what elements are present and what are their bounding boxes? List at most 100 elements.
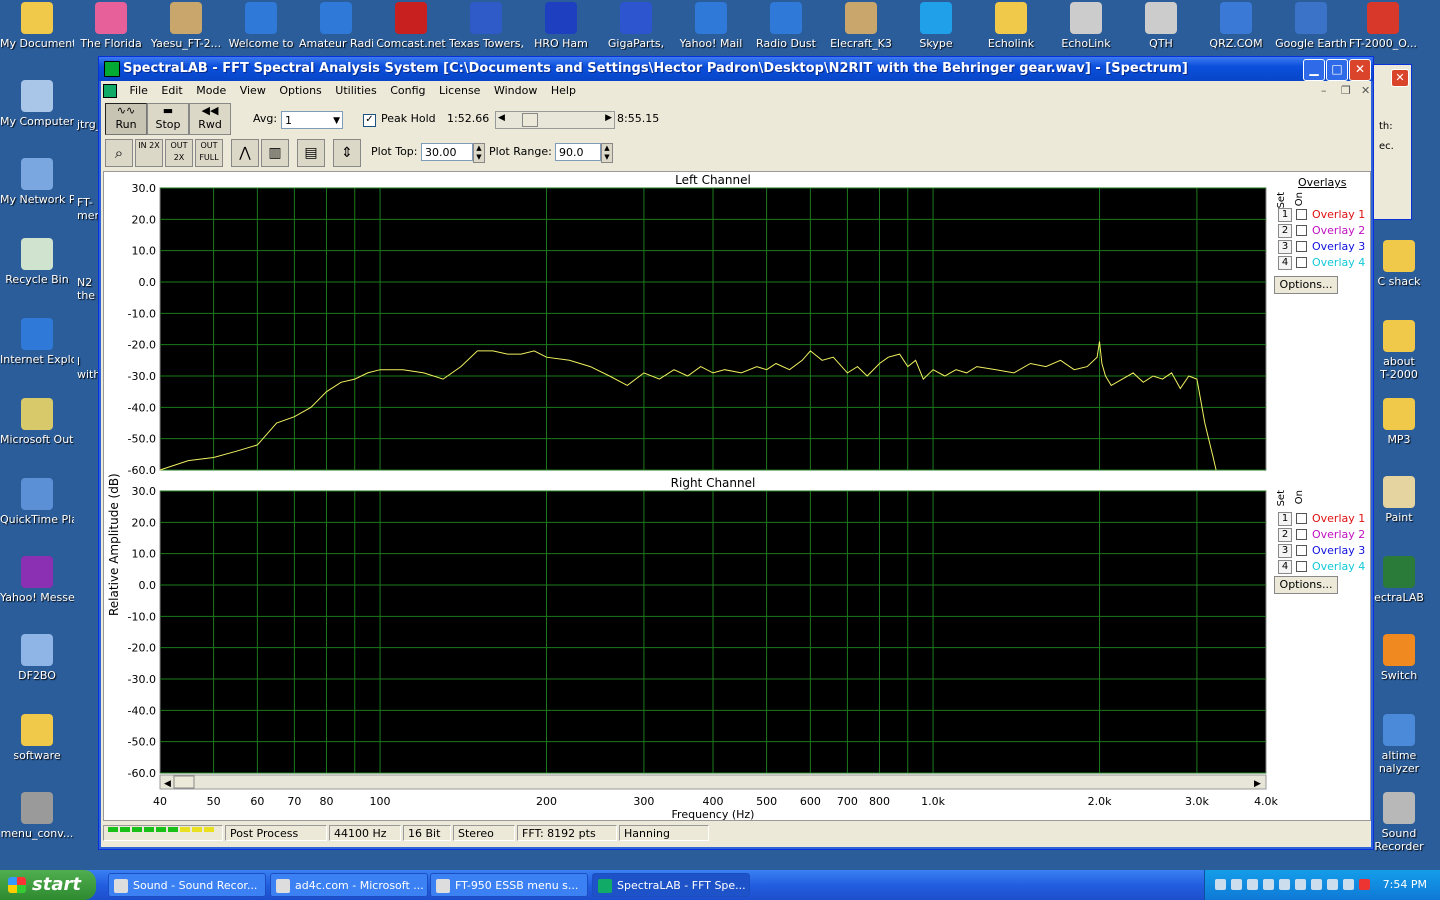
overlay-on-checkbox[interactable] — [1296, 257, 1307, 268]
desktop-icon-left-8[interactable]: DF2BO — [0, 634, 74, 682]
bg-close-button[interactable]: ✕ — [1391, 69, 1409, 87]
scroll-left-icon[interactable]: ◀ — [498, 113, 505, 123]
menu-view[interactable]: View — [235, 82, 271, 99]
desktop-icon-left-10[interactable]: menu_conv... — [0, 792, 74, 840]
zoom-out-2x-button[interactable]: OUT 2X — [165, 139, 193, 167]
avg-select[interactable]: 1 ▼ — [281, 111, 343, 129]
desktop-icon-top-7[interactable]: GigaParts, — [599, 2, 673, 50]
plot-top-input[interactable]: 30.00 — [421, 143, 473, 161]
menu-utilities[interactable]: Utilities — [330, 82, 381, 99]
tray-icon-9[interactable] — [1343, 879, 1354, 890]
task-spectralab[interactable]: SpectraLAB - FFT Spe... — [592, 873, 750, 897]
overlay-options-button-left[interactable]: Options... — [1274, 276, 1338, 294]
zoom-out-full-button[interactable]: OUT FULL — [195, 139, 223, 167]
tray-icon-6[interactable] — [1295, 879, 1306, 890]
overlay-set-button[interactable]: 3 — [1278, 240, 1292, 254]
spectrogram-icon[interactable]: ▤ — [297, 139, 325, 167]
menu-help[interactable]: Help — [546, 82, 581, 99]
background-window[interactable]: th: ec. ✕ — [1370, 64, 1412, 220]
overlay-set-button[interactable]: 1 — [1278, 208, 1292, 222]
desktop-icon-left-9[interactable]: software — [0, 714, 74, 762]
scale-icon[interactable]: ⇕ — [333, 139, 361, 167]
overlay-on-checkbox[interactable] — [1296, 545, 1307, 556]
desktop-icon-top-11[interactable]: Skype — [899, 2, 973, 50]
desktop-icon-top-15[interactable]: QRZ.COM — [1199, 2, 1273, 50]
close-button[interactable]: ✕ — [1349, 59, 1371, 81]
tray-icon-1[interactable] — [1215, 879, 1226, 890]
task-ft950-word[interactable]: FT-950 ESSB menu s... — [430, 873, 588, 897]
plot-top-spinner[interactable]: ▲ ▼ — [473, 143, 485, 163]
menu-edit[interactable]: Edit — [156, 82, 187, 99]
desktop-icon-top-9[interactable]: Radio Dust — [749, 2, 823, 50]
desktop-icon-left-2[interactable]: My Network Places — [0, 158, 74, 206]
desktop-icon-top-6[interactable]: HRO Ham — [524, 2, 598, 50]
time-scrollbar[interactable]: ◀ ▶ — [495, 111, 615, 129]
zoom-in-2x-button[interactable]: IN 2X — [135, 139, 163, 167]
tray-icon-4[interactable] — [1263, 879, 1274, 890]
task-sound-recorder[interactable]: Sound - Sound Recor... — [108, 873, 266, 897]
menu-file[interactable]: File — [125, 82, 153, 99]
menu-mode[interactable]: Mode — [191, 82, 231, 99]
title-bar[interactable]: SpectraLAB - FFT Spectral Analysis Syste… — [99, 57, 1373, 81]
tray-icon-10[interactable] — [1359, 879, 1370, 890]
desktop-icon-top-16[interactable]: Google Earth — [1274, 2, 1348, 50]
overlay-on-checkbox[interactable] — [1296, 225, 1307, 236]
overlay-on-checkbox[interactable] — [1296, 241, 1307, 252]
doc-icon[interactable] — [103, 84, 117, 98]
desktop-icon-left-5[interactable]: Microsoft Outlook — [0, 398, 74, 446]
desktop-icon-top-14[interactable]: QTH — [1124, 2, 1198, 50]
scroll-right-icon[interactable]: ▶ — [605, 113, 612, 123]
scroll-thumb[interactable] — [522, 113, 538, 127]
overlay-set-button[interactable]: 4 — [1278, 560, 1292, 574]
start-button[interactable]: start — [0, 870, 96, 900]
tray-icon-8[interactable] — [1327, 879, 1338, 890]
overlay-set-button[interactable]: 2 — [1278, 224, 1292, 238]
menu-window[interactable]: Window — [489, 82, 542, 99]
plot-range-input[interactable]: 90.0 — [555, 143, 601, 161]
overlay-set-button[interactable]: 4 — [1278, 256, 1292, 270]
desktop-icon-top-1[interactable]: Yaesu_FT-2... — [149, 2, 223, 50]
desktop-icon-top-8[interactable]: Yahoo! Mail — [674, 2, 748, 50]
overlay-on-checkbox[interactable] — [1296, 209, 1307, 220]
task-ad4c[interactable]: ad4c.com - Microsoft ... — [270, 873, 428, 897]
tray-icon-7[interactable] — [1311, 879, 1322, 890]
overlay-on-checkbox[interactable] — [1296, 561, 1307, 572]
rwd-button[interactable]: ◀◀ Rwd — [189, 103, 231, 135]
overlay-set-button[interactable]: 2 — [1278, 528, 1292, 542]
desktop-icon-top-12[interactable]: Echolink — [974, 2, 1048, 50]
mdi-close-button[interactable]: ✕ — [1361, 84, 1370, 97]
desktop-icon-left-1[interactable]: My Computer — [0, 80, 74, 128]
desktop-icon-top-17[interactable]: FT-2000_O... — [1346, 2, 1420, 50]
desktop-icon-top-5[interactable]: Texas Towers, — [449, 2, 523, 50]
peak-hold-checkbox[interactable]: ✓ — [363, 114, 376, 127]
desktop-icon-left-4[interactable]: Internet Explorer — [0, 318, 74, 366]
run-button[interactable]: ∿∿ Run — [105, 103, 147, 135]
plot-range-spinner[interactable]: ▲ ▼ — [601, 143, 613, 163]
overlay-on-checkbox[interactable] — [1296, 529, 1307, 540]
desktop-icon-top-2[interactable]: Welcome to — [224, 2, 298, 50]
line-plot-icon[interactable]: ⋀ — [231, 139, 259, 167]
desktop-icon-left-7[interactable]: Yahoo! Messenger — [0, 556, 74, 604]
tray-icon-3[interactable] — [1247, 879, 1258, 890]
desktop-icon-top-0[interactable]: The Florida — [74, 2, 148, 50]
spectrum-chart[interactable]: Left Channel30.020.010.00.0-10.0-20.0-30… — [104, 172, 1370, 820]
desktop-icon-top-3[interactable]: Amateur Radio — [299, 2, 373, 50]
overlay-set-button[interactable]: 3 — [1278, 544, 1292, 558]
tray-icon-2[interactable] — [1231, 879, 1242, 890]
mdi-restore-button[interactable]: ❐ — [1341, 84, 1351, 97]
stop-button[interactable]: ▬ Stop — [147, 103, 189, 135]
zoom-icon[interactable]: ⌕ — [105, 139, 133, 167]
desktop-icon-left-3[interactable]: Recycle Bin — [0, 238, 74, 286]
overlay-options-button-right[interactable]: Options... — [1274, 576, 1338, 594]
mdi-minimize-button[interactable]: – — [1321, 84, 1327, 97]
desktop-icon-left-0[interactable]: My Documents — [0, 2, 74, 50]
desktop-icon-top-13[interactable]: EchoLink — [1049, 2, 1123, 50]
overlay-set-button[interactable]: 1 — [1278, 512, 1292, 526]
minimize-button[interactable]: ▁ — [1303, 59, 1325, 81]
overlay-on-checkbox[interactable] — [1296, 513, 1307, 524]
desktop-icon-left-6[interactable]: QuickTime Player — [0, 478, 74, 526]
menu-config[interactable]: Config — [385, 82, 430, 99]
tray-icon-5[interactable] — [1279, 879, 1290, 890]
bar-plot-icon[interactable]: ▥ — [261, 139, 289, 167]
maximize-button[interactable]: □ — [1326, 59, 1348, 81]
